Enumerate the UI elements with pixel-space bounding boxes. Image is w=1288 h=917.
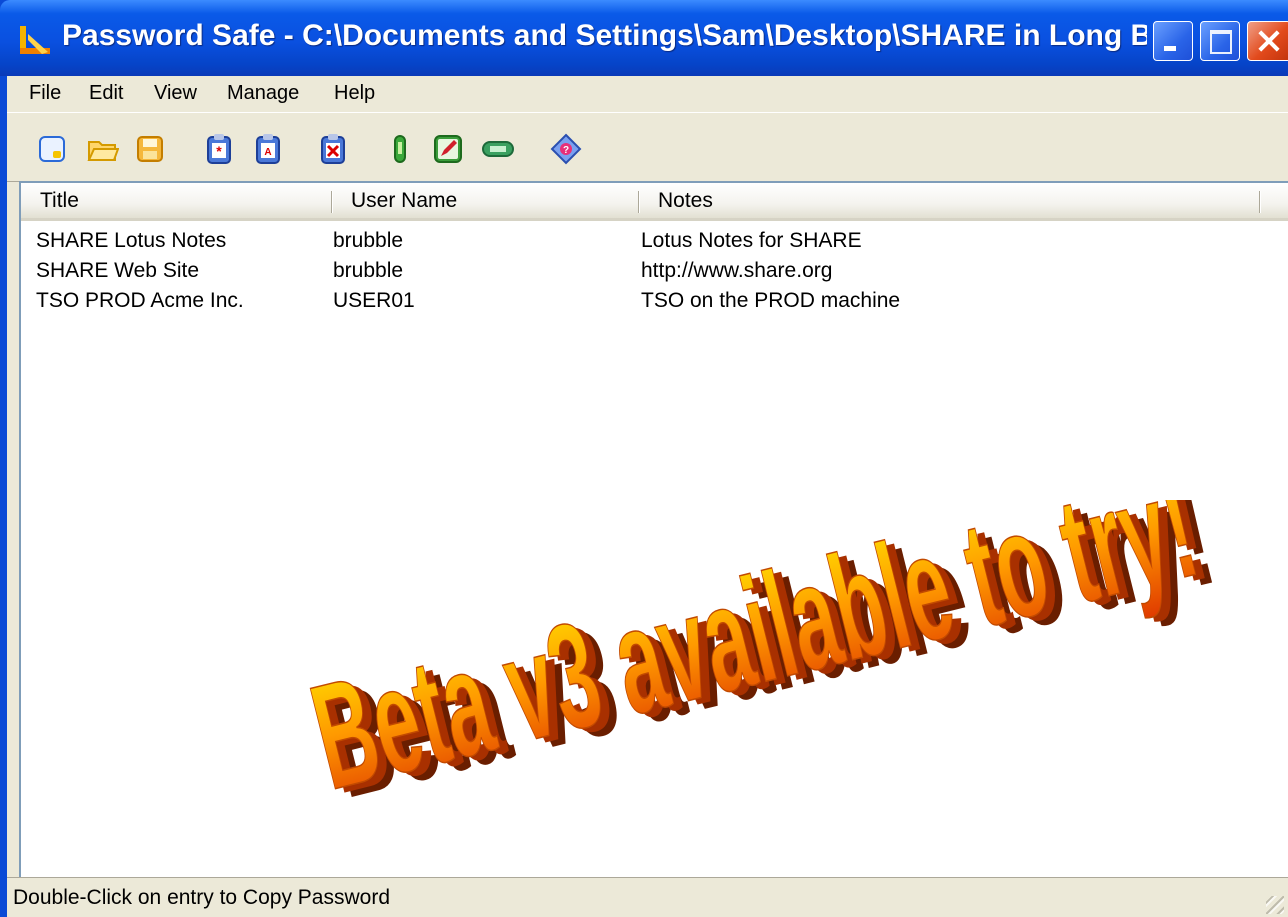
column-separator[interactable] xyxy=(331,191,332,213)
table-row[interactable]: SHARE Web Site brubble http://www.share.… xyxy=(21,256,1281,286)
menu-manage[interactable]: Manage xyxy=(223,79,303,107)
cell-user: USER01 xyxy=(333,289,415,312)
cell-title: SHARE Lotus Notes xyxy=(36,229,227,252)
column-user-name[interactable]: User Name xyxy=(351,183,457,218)
column-title[interactable]: Title xyxy=(40,183,79,218)
column-separator[interactable] xyxy=(638,191,639,213)
svg-text:?: ? xyxy=(563,145,569,156)
help-icon[interactable]: ? xyxy=(550,133,582,165)
table-row[interactable]: TSO PROD Acme Inc. USER01 TSO on the PRO… xyxy=(21,286,1281,316)
delete-entry-icon[interactable] xyxy=(480,139,516,159)
cell-user: brubble xyxy=(333,229,404,252)
cell-title: SHARE Web Site xyxy=(36,259,200,282)
menu-edit[interactable]: Edit xyxy=(85,79,127,107)
close-icon[interactable] xyxy=(1247,21,1288,61)
cell-user: brubble xyxy=(333,259,404,282)
wordart-text: Beta v3 available to try! xyxy=(300,500,1211,820)
title-bar[interactable]: Password Safe - C:\Documents and Setting… xyxy=(0,0,1288,76)
resize-grip[interactable] xyxy=(1266,896,1284,914)
menu-help[interactable]: Help xyxy=(330,79,379,107)
menu-bar: File Edit View Manage Help xyxy=(7,76,1288,112)
column-notes[interactable]: Notes xyxy=(658,183,713,218)
copy-username-icon[interactable]: A xyxy=(254,133,282,165)
beta-promo-wordart: Beta v3 available to try! Beta v3 availa… xyxy=(300,500,1227,820)
table-row[interactable]: SHARE Lotus Notes brubble Lotus Notes fo… xyxy=(21,226,1281,256)
list-header: Title User Name Notes xyxy=(21,183,1288,221)
save-icon[interactable] xyxy=(135,134,165,164)
open-folder-icon[interactable] xyxy=(87,134,119,164)
svg-text:*: * xyxy=(216,143,222,159)
copy-password-icon[interactable]: * xyxy=(205,133,233,165)
status-bar: Double-Click on entry to Copy Password xyxy=(7,877,1288,917)
add-entry-icon[interactable] xyxy=(390,133,410,165)
minimize-icon[interactable] xyxy=(1153,21,1193,61)
window-title: Password Safe - C:\Documents and Setting… xyxy=(62,19,1147,52)
menu-view[interactable]: View xyxy=(150,79,201,107)
cell-notes: TSO on the PROD machine xyxy=(641,289,901,312)
menu-file[interactable]: File xyxy=(25,79,65,107)
password-safe-window: Password Safe - C:\Documents and Setting… xyxy=(0,0,1288,917)
app-icon xyxy=(20,26,50,54)
cell-title: TSO PROD Acme Inc. xyxy=(36,289,244,312)
new-file-icon[interactable] xyxy=(37,134,67,164)
edit-entry-icon[interactable] xyxy=(432,133,464,165)
toolbar: * A ? xyxy=(7,112,1288,182)
maximize-icon[interactable] xyxy=(1200,21,1240,61)
cell-notes: http://www.share.org xyxy=(641,259,833,282)
svg-text:A: A xyxy=(264,147,271,158)
cell-notes: Lotus Notes for SHARE xyxy=(641,229,862,252)
clear-clipboard-icon[interactable] xyxy=(319,133,347,165)
column-separator[interactable] xyxy=(1259,191,1260,213)
status-text: Double-Click on entry to Copy Password xyxy=(13,886,390,909)
